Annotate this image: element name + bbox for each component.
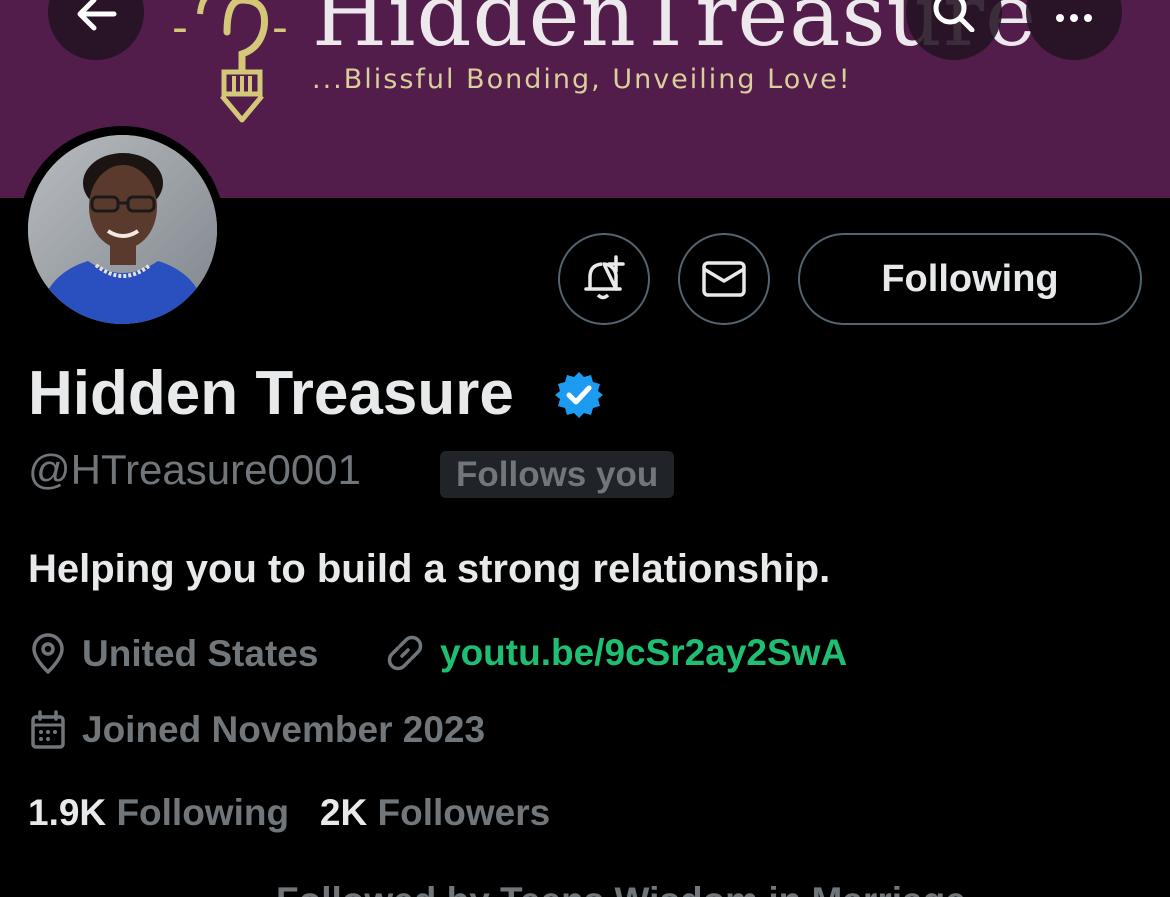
joined-text: Joined November 2023 — [82, 709, 486, 750]
follows-you-badge: Follows you — [440, 451, 675, 498]
svg-text:-: - — [272, 2, 288, 53]
calendar-icon — [31, 710, 65, 749]
profile-handle: @HTreasure0001 — [28, 446, 361, 493]
profile-bio: Helping you to build a strong relationsh… — [28, 547, 831, 591]
lightbulb-logo-icon: - - — [172, 0, 288, 123]
followers-count: 2K — [319, 792, 368, 833]
banner-tagline: ...Blissful Bonding, Unveiling Love! — [312, 64, 852, 95]
followed-by-text[interactable]: Followed by Teens Wisdom in Marriage — [276, 880, 966, 897]
followers-stat[interactable]: 2K Followers — [320, 792, 550, 833]
following-count: 1.9K — [28, 792, 107, 833]
bell-plus-icon — [584, 255, 625, 300]
following-button[interactable]: Following — [798, 233, 1142, 325]
arrow-left-icon — [77, 0, 117, 31]
profile-website[interactable]: youtu.be/9cSr2ay2SwA — [384, 632, 847, 674]
profile-joined: Joined November 2023 — [28, 709, 485, 751]
location-text: United States — [82, 633, 319, 674]
website-link[interactable]: youtu.be/9cSr2ay2SwA — [440, 632, 847, 674]
more-options-button[interactable] — [1026, 0, 1122, 60]
back-button[interactable] — [48, 0, 144, 60]
more-horizontal-icon — [1056, 14, 1092, 22]
location-pin-icon — [32, 633, 64, 674]
search-icon — [933, 0, 975, 32]
verified-badge-icon[interactable] — [554, 370, 604, 420]
profile-stats: 1.9K Following 2K Followers — [28, 792, 550, 834]
following-stat[interactable]: 1.9K Following — [28, 792, 289, 833]
followers-label: Followers — [377, 792, 551, 833]
avatar[interactable] — [28, 135, 217, 324]
profile-display-name: Hidden Treasure — [28, 359, 514, 428]
following-label: Following — [116, 792, 290, 833]
link-icon — [387, 635, 423, 671]
profile-photo — [28, 135, 217, 324]
profile-page: - - HiddenTreasure ...Blissful Bonding, … — [0, 0, 1170, 897]
message-button[interactable] — [678, 233, 770, 325]
envelope-icon — [702, 261, 746, 297]
svg-text:-: - — [172, 2, 188, 53]
profile-location: United States — [28, 632, 318, 676]
notifications-button[interactable] — [558, 233, 650, 325]
